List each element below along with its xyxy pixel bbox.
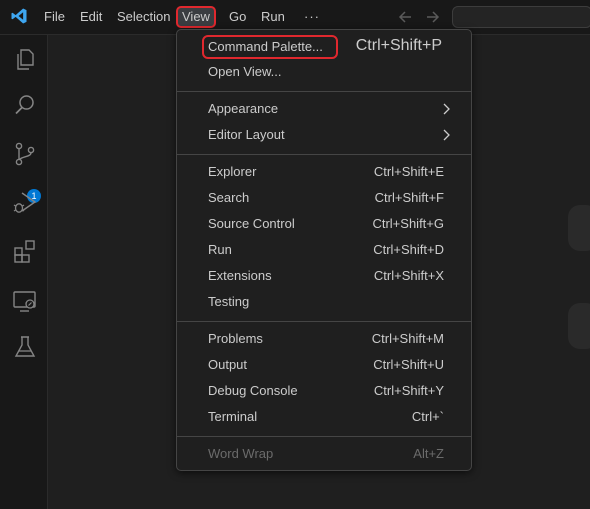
run-debug-icon[interactable] bbox=[12, 190, 38, 216]
menu-separator bbox=[177, 436, 471, 437]
menu-item-label: Output bbox=[208, 357, 248, 372]
back-arrow-icon[interactable] bbox=[396, 7, 416, 27]
forward-arrow-icon[interactable] bbox=[422, 7, 442, 27]
chevron-right-icon bbox=[443, 103, 450, 115]
menu-item-output[interactable]: Output Ctrl+Shift+U bbox=[181, 353, 467, 377]
extensions-icon[interactable] bbox=[12, 238, 38, 264]
menu-separator bbox=[177, 321, 471, 322]
menu-item-word-wrap: Word Wrap Alt+Z bbox=[181, 442, 467, 466]
menu-separator bbox=[177, 154, 471, 155]
search-icon[interactable] bbox=[12, 92, 38, 118]
menu-item-explorer[interactable]: Explorer Ctrl+Shift+E bbox=[181, 160, 467, 184]
menu-item-label: Appearance bbox=[208, 101, 279, 116]
menu-item-label: Open View... bbox=[208, 64, 282, 79]
menu-item-shortcut: Ctrl+Shift+E bbox=[373, 164, 444, 179]
menu-item-shortcut: Ctrl+Shift+F bbox=[374, 190, 444, 205]
menu-item-label: Terminal bbox=[208, 409, 258, 424]
menu-item-shortcut: Ctrl+Shift+Y bbox=[373, 383, 444, 398]
menu-separator bbox=[177, 91, 471, 92]
watermark-fragment bbox=[568, 205, 590, 251]
menu-item-shortcut: Ctrl+` bbox=[411, 409, 444, 424]
menu-item-open-view[interactable]: Open View... bbox=[181, 60, 467, 84]
menu-item-shortcut: Ctrl+Shift+G bbox=[372, 216, 444, 231]
menu-item-editor-layout[interactable]: Editor Layout bbox=[181, 123, 467, 147]
menu-item-shortcut: Ctrl+Shift+U bbox=[373, 357, 444, 372]
menu-item-label: Extensions bbox=[208, 268, 272, 283]
menu-item-source-control[interactable]: Source Control Ctrl+Shift+G bbox=[181, 212, 467, 236]
menu-more[interactable]: ··· bbox=[300, 6, 324, 28]
menu-item-appearance[interactable]: Appearance bbox=[181, 97, 467, 121]
command-center-search[interactable] bbox=[452, 6, 590, 28]
menu-item-label: Explorer bbox=[208, 164, 257, 179]
menu-item-testing[interactable]: Testing bbox=[181, 290, 467, 314]
watermark-fragment bbox=[568, 303, 590, 349]
testing-icon[interactable] bbox=[12, 334, 38, 360]
menu-item-label: Command Palette... bbox=[208, 39, 323, 54]
menu-item-extensions[interactable]: Extensions Ctrl+Shift+X bbox=[181, 264, 467, 288]
menu-item-label: Word Wrap bbox=[208, 446, 274, 461]
menu-item-terminal[interactable]: Terminal Ctrl+` bbox=[181, 405, 467, 429]
activity-bar: 1 bbox=[0, 35, 48, 509]
menu-item-shortcut: Alt+Z bbox=[413, 446, 444, 461]
source-control-icon[interactable] bbox=[12, 141, 38, 167]
menu-item-label: Source Control bbox=[208, 216, 295, 231]
view-menu-dropdown: Ctrl+Shift+P Command Palette... Open View.… bbox=[176, 29, 472, 471]
menu-run[interactable]: Run bbox=[257, 6, 289, 28]
vscode-logo-icon[interactable] bbox=[10, 7, 28, 25]
remote-explorer-icon[interactable] bbox=[12, 288, 38, 314]
menu-item-search[interactable]: Search Ctrl+Shift+F bbox=[181, 186, 467, 210]
menu-item-label: Run bbox=[208, 242, 232, 257]
menu-view[interactable]: View bbox=[176, 6, 216, 28]
menu-edit[interactable]: Edit bbox=[76, 6, 106, 28]
menu-go[interactable]: Go bbox=[225, 6, 250, 28]
menu-item-run[interactable]: Run Ctrl+Shift+D bbox=[181, 238, 467, 262]
menu-item-label: Editor Layout bbox=[208, 127, 285, 142]
menu-item-label: Testing bbox=[208, 294, 250, 309]
menu-selection[interactable]: Selection bbox=[113, 6, 174, 28]
explorer-icon[interactable] bbox=[12, 46, 38, 72]
menu-item-debug-console[interactable]: Debug Console Ctrl+Shift+Y bbox=[181, 379, 467, 403]
menu-item-label: Search bbox=[208, 190, 250, 205]
chevron-right-icon bbox=[443, 129, 450, 141]
menu-file[interactable]: File bbox=[40, 6, 69, 28]
menu-item-shortcut: Ctrl+Shift+X bbox=[373, 268, 444, 283]
menu-item-problems[interactable]: Problems Ctrl+Shift+M bbox=[181, 327, 467, 351]
menu-item-shortcut: Ctrl+Shift+M bbox=[371, 331, 444, 346]
menu-item-label: Problems bbox=[208, 331, 263, 346]
menu-item-shortcut: Ctrl+Shift+D bbox=[373, 242, 444, 257]
menu-item-command-palette[interactable]: Command Palette... bbox=[202, 35, 338, 59]
menu-item-label: Debug Console bbox=[208, 383, 298, 398]
